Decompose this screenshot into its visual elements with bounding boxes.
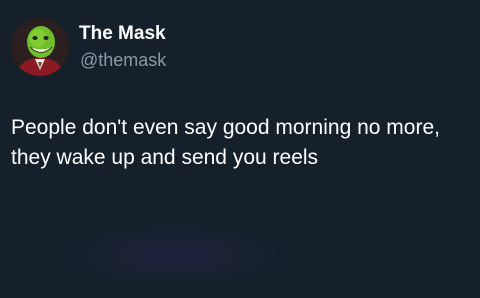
tweet-card: The Mask @themask People don't even say … [0,0,480,298]
tweet-text-line: People don't even say good morning no mo… [11,116,440,139]
display-name[interactable]: The Mask [79,23,166,45]
mask-character-avatar-icon [11,18,69,76]
user-handle[interactable]: @themask [80,49,166,71]
background-shade [60,220,290,290]
tweet-text-line: they wake up and send you reels [11,146,319,169]
avatar[interactable] [11,18,69,76]
tweet-text: People don't even say good morning no mo… [11,113,471,173]
